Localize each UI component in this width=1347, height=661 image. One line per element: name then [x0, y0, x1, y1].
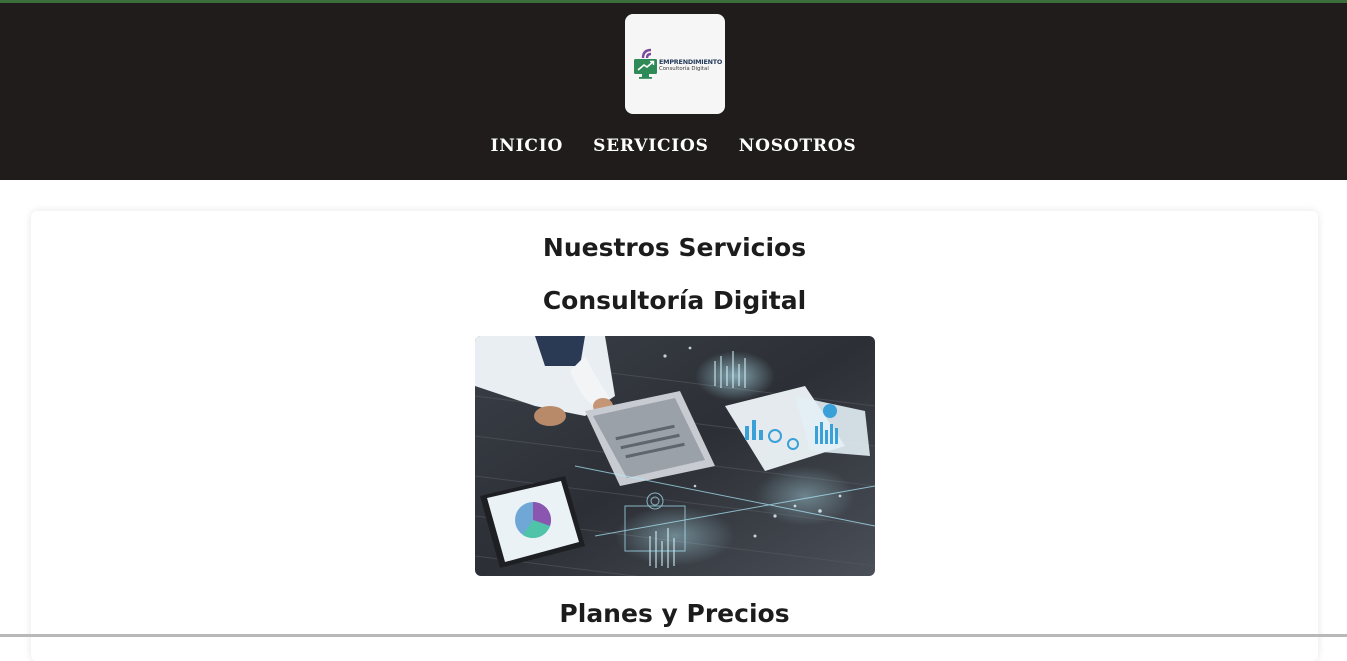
services-card: Nuestros Servicios Consultoría Digital P… [31, 211, 1318, 661]
service-title: Consultoría Digital [542, 286, 807, 315]
logo-wordmark: EMPRENDIMIENTO [659, 58, 723, 66]
nav-link-servicios[interactable]: SERVICIOS [593, 136, 709, 156]
nav-link-inicio[interactable]: INICIO [491, 136, 564, 156]
brand-logo[interactable]: EMPRENDIMIENTO Consultoría Digital [625, 14, 725, 114]
nav-link-nosotros[interactable]: NOSOTROS [739, 136, 857, 156]
page-title: Nuestros Servicios [542, 233, 807, 262]
site-header: EMPRENDIMIENTO Consultoría Digital INICI… [0, 3, 1347, 180]
service-image [475, 336, 875, 576]
pricing-title: Planes y Precios [559, 599, 790, 628]
main-nav: INICIO SERVICIOS NOSOTROS [0, 136, 1347, 156]
logo-tagline: Consultoría Digital [659, 66, 709, 72]
